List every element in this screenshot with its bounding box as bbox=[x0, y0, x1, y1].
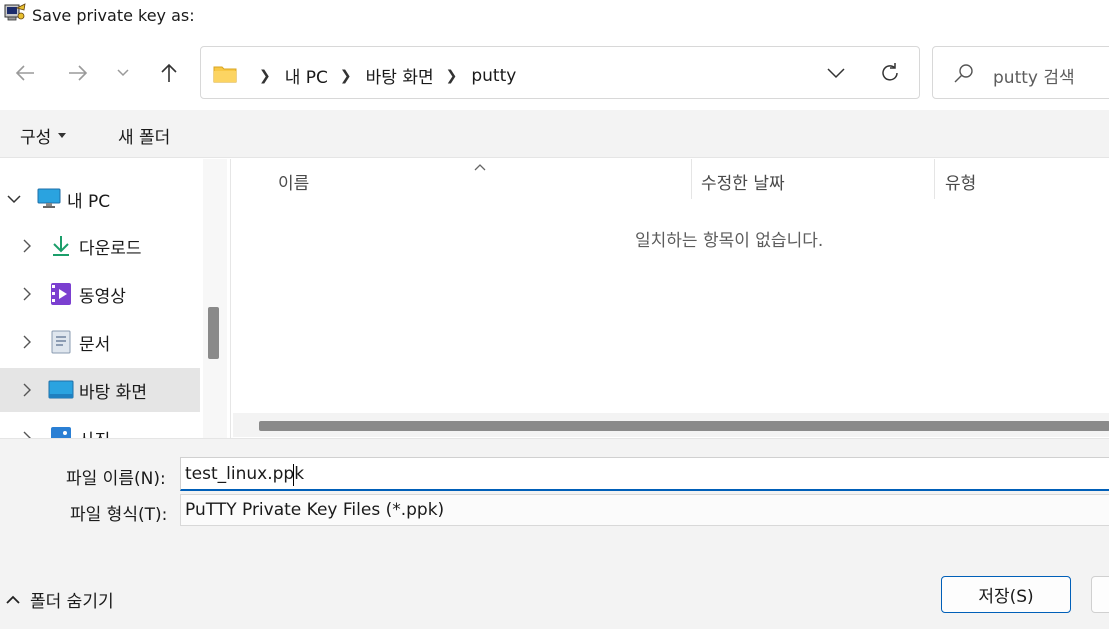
empty-message: 일치하는 항목이 없습니다. bbox=[635, 231, 824, 251]
sidebar-item-this-pc[interactable]: 내 PC bbox=[0, 177, 200, 221]
chevron-down-icon[interactable] bbox=[6, 191, 22, 207]
document-icon bbox=[51, 330, 75, 354]
organize-label: 구성 bbox=[20, 128, 52, 148]
arrow-right-icon bbox=[69, 65, 88, 81]
picture-icon bbox=[50, 426, 74, 438]
chevron-down-icon bbox=[117, 69, 129, 77]
new-folder-button[interactable]: 새 폴더 bbox=[118, 123, 170, 148]
cancel-button[interactable] bbox=[1091, 576, 1109, 613]
search-input[interactable]: putty 검색 bbox=[932, 46, 1109, 99]
save-button[interactable]: 저장(S) bbox=[941, 576, 1071, 613]
filename-label: 파일 이름(N): bbox=[66, 469, 166, 489]
breadcrumb-item-desktop[interactable]: 바탕 화면 bbox=[366, 63, 434, 88]
chevron-right-icon[interactable]: ❯ bbox=[340, 68, 352, 84]
breadcrumb-item-putty[interactable]: putty bbox=[471, 66, 516, 86]
download-icon bbox=[50, 234, 74, 258]
back-button[interactable] bbox=[10, 58, 40, 88]
save-dialog: Save private key as: ❯ 내 PC ❯ 바탕 화면 ❯ pu… bbox=[0, 0, 1109, 629]
search-placeholder: putty 검색 bbox=[993, 68, 1075, 88]
breadcrumb: ❯ 내 PC ❯ 바탕 화면 ❯ putty bbox=[247, 63, 516, 89]
filetype-select[interactable]: PuTTY Private Key Files (*.ppk) bbox=[180, 494, 1109, 526]
breadcrumb-item-pc[interactable]: 내 PC bbox=[285, 63, 328, 88]
chevron-right-icon[interactable] bbox=[19, 334, 35, 350]
sidebar-item-label: 동영상 bbox=[79, 286, 126, 307]
text-caret bbox=[293, 464, 294, 486]
save-form: 파일 이름(N): 파일 형식(T): PuTTY Private Key Fi… bbox=[0, 438, 1109, 629]
file-list[interactable]: 이름 수정한 날짜 유형 일치하는 항목이 없습니다. bbox=[230, 159, 1109, 438]
sidebar-item-label: 바탕 화면 bbox=[79, 382, 147, 403]
puttygen-app-icon bbox=[3, 2, 27, 24]
folder-icon bbox=[213, 64, 237, 88]
sidebar-item-videos[interactable]: 동영상 bbox=[0, 272, 200, 316]
sidebar-item-label: 다운로드 bbox=[79, 238, 142, 259]
nav-scrollbar-thumb[interactable] bbox=[208, 307, 219, 359]
sort-ascending-icon bbox=[473, 157, 487, 176]
refresh-icon bbox=[882, 63, 898, 81]
sidebar-item-documents[interactable]: 문서 bbox=[0, 320, 200, 364]
chevron-right-icon[interactable] bbox=[19, 238, 35, 254]
computer-icon bbox=[37, 187, 61, 211]
hide-folders-label: 폴더 숨기기 bbox=[30, 592, 114, 612]
arrow-left-icon bbox=[15, 65, 34, 81]
sidebar-item-label: 내 PC bbox=[67, 191, 111, 212]
column-header-date-modified[interactable]: 수정한 날짜 bbox=[701, 161, 785, 201]
address-bar[interactable]: ❯ 내 PC ❯ 바탕 화면 ❯ putty bbox=[200, 46, 920, 99]
recent-locations-button[interactable] bbox=[108, 58, 138, 88]
sidebar-item-label: 사진 bbox=[79, 426, 110, 439]
organize-button[interactable]: 구성 bbox=[20, 123, 67, 148]
caret-down-icon bbox=[58, 132, 67, 138]
horizontal-scrollbar-thumb[interactable] bbox=[259, 421, 1109, 431]
hide-folders-button[interactable]: 폴더 숨기기 bbox=[6, 587, 114, 612]
sidebar-item-label: 문서 bbox=[79, 334, 111, 355]
video-icon bbox=[50, 282, 74, 306]
title-bar: Save private key as: bbox=[0, 0, 1109, 34]
column-header-type[interactable]: 유형 bbox=[945, 161, 976, 201]
sidebar-item-desktop[interactable]: 바탕 화면 bbox=[0, 368, 200, 412]
filename-input[interactable] bbox=[180, 457, 1109, 491]
command-bar: 구성 새 폴더 bbox=[0, 110, 1109, 158]
forward-button[interactable] bbox=[63, 58, 93, 88]
search-icon bbox=[953, 63, 975, 89]
sidebar-item-downloads[interactable]: 다운로드 bbox=[0, 224, 200, 268]
up-button[interactable] bbox=[154, 58, 184, 88]
window-title: Save private key as: bbox=[32, 6, 195, 25]
navigation-pane: 내 PC 다운로드 동영상 문서 바탕 화면 bbox=[0, 159, 200, 438]
column-divider[interactable] bbox=[691, 159, 692, 199]
filetype-label: 파일 형식(T): bbox=[70, 505, 168, 525]
nav-scrollbar[interactable] bbox=[203, 159, 227, 438]
chevron-right-icon[interactable] bbox=[19, 430, 35, 438]
column-header-name[interactable]: 이름 bbox=[278, 161, 309, 201]
chevron-right-icon[interactable] bbox=[19, 382, 35, 398]
chevron-right-icon[interactable]: ❯ bbox=[446, 68, 458, 84]
refresh-button[interactable] bbox=[877, 60, 903, 86]
sidebar-item-pictures[interactable]: 사진 bbox=[0, 416, 200, 438]
column-divider[interactable] bbox=[934, 159, 935, 199]
chevron-right-icon[interactable] bbox=[19, 286, 35, 302]
arrow-up-icon bbox=[161, 63, 177, 82]
chevron-right-icon: ❯ bbox=[259, 67, 271, 84]
desktop-icon bbox=[48, 380, 74, 404]
chevron-up-icon bbox=[6, 595, 20, 604]
address-history-button[interactable] bbox=[823, 60, 849, 86]
chevron-down-icon bbox=[827, 67, 845, 78]
